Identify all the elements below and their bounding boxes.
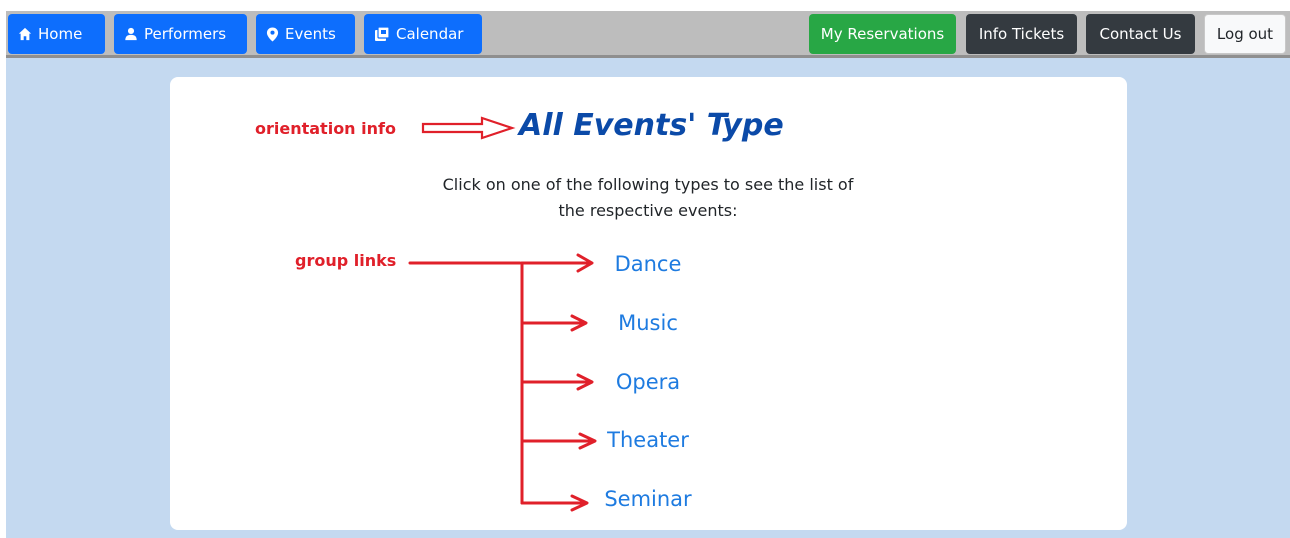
instruction-line-1: Click on one of the following types to s… [442,175,854,194]
map-pin-icon [266,27,279,42]
my-reservations-label: My Reservations [820,25,945,43]
contact-us-label: Contact Us [1099,25,1182,43]
orientation-info-annotation: orientation info [255,119,396,138]
event-type-link-dance[interactable]: Dance [600,252,696,276]
log-out-button[interactable]: Log out [1204,14,1286,54]
instruction-line-2: the respective events: [558,201,738,220]
performers-button[interactable]: Performers [114,14,247,54]
home-button-label: Home [38,25,83,43]
home-icon [18,27,32,41]
person-icon [124,27,138,41]
calendar-icon [374,26,390,42]
events-button[interactable]: Events [256,14,355,54]
event-type-link-seminar[interactable]: Seminar [600,487,696,511]
my-reservations-button[interactable]: My Reservations [809,14,956,54]
instruction-text: Click on one of the following types to s… [424,172,872,224]
performers-button-label: Performers [144,25,227,43]
contact-us-button[interactable]: Contact Us [1086,14,1195,54]
info-tickets-label: Info Tickets [978,25,1065,43]
calendar-button[interactable]: Calendar [364,14,482,54]
page-title: All Events' Type [519,108,784,143]
event-type-link-theater[interactable]: Theater [600,428,696,452]
event-type-link-opera[interactable]: Opera [600,370,696,394]
calendar-button-label: Calendar [396,25,464,43]
info-tickets-button[interactable]: Info Tickets [966,14,1077,54]
content-card [170,77,1127,530]
home-button[interactable]: Home [8,14,105,54]
events-button-label: Events [285,25,336,43]
group-links-annotation: group links [295,251,397,270]
event-type-link-music[interactable]: Music [600,311,696,335]
log-out-label: Log out [1216,25,1274,43]
